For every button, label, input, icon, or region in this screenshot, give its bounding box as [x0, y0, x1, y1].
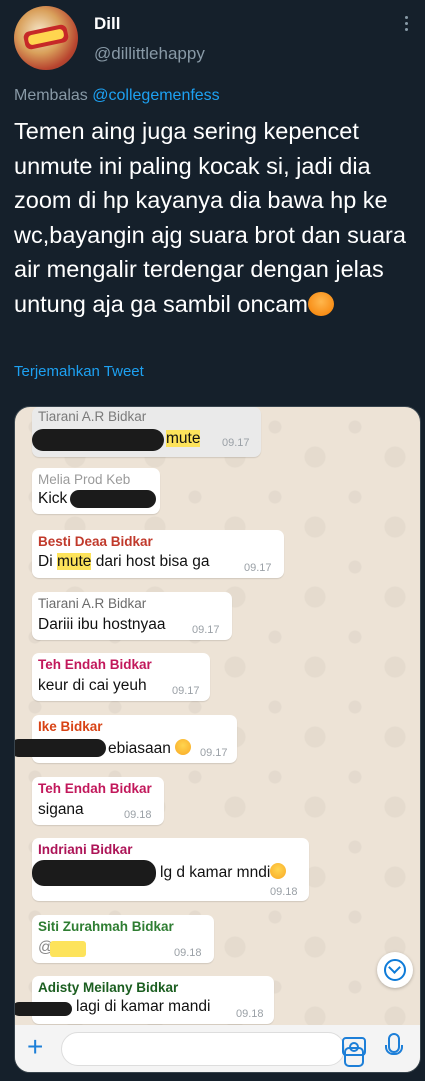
redacted-block — [32, 429, 164, 451]
chat-message: Besti Deaa Bidkar Di mute dari host bisa… — [32, 530, 284, 578]
sender-name: Teh Endah Bidkar — [38, 781, 152, 796]
sender-name: Teh Endah Bidkar — [38, 657, 152, 672]
message-input-bar: + — [15, 1025, 420, 1072]
message-time: 09.17 — [200, 747, 228, 759]
message-time: 09.18 — [236, 1008, 264, 1020]
tired-face-emoji-icon — [307, 291, 334, 316]
crying-face-emoji-icon — [175, 739, 192, 755]
sender-name: Melia Prod Keb — [38, 472, 131, 487]
message-text: sigana — [38, 801, 84, 818]
message-text-highlight: mute — [56, 553, 92, 570]
message-text: ebiasaan — [108, 740, 171, 757]
redacted-block — [15, 1002, 72, 1016]
redacted-block — [70, 490, 156, 508]
sender-name: Ike Bidkar — [38, 719, 103, 734]
message-time: 09.18 — [124, 809, 152, 821]
microphone-icon[interactable] — [385, 1033, 403, 1055]
author-handle[interactable]: @dillittlehappy — [94, 44, 205, 64]
chat-message: Ike Bidkar ebiasaan 09.17 — [15, 715, 237, 763]
chat-message: Siti Zurahmah Bidkar @ 09.18 — [32, 915, 214, 963]
more-options-icon[interactable] — [400, 14, 412, 36]
sender-name: Adisty Meilany Bidkar — [38, 980, 179, 995]
sender-name: Siti Zurahmah Bidkar — [38, 919, 174, 934]
message-time: 09.17 — [192, 624, 220, 636]
chat-message: Teh Endah Bidkar keur di cai yeuh 09.17 — [32, 653, 210, 701]
message-time: 09.18 — [270, 886, 298, 898]
scroll-down-button[interactable] — [377, 952, 413, 988]
reply-context: Membalas @collegemenfess — [14, 87, 220, 105]
message-time: 09.17 — [222, 437, 250, 449]
message-time: 09.17 — [244, 562, 272, 574]
chat-message: Tiarani A.R Bidkar mute 09.17 — [32, 407, 261, 457]
translate-tweet-link[interactable]: Terjemahkan Tweet — [14, 363, 144, 380]
sender-name: Besti Deaa Bidkar — [38, 534, 153, 549]
message-time: 09.18 — [174, 947, 202, 959]
tweet-body: Temen aing juga sering kepencet unmute i… — [14, 118, 406, 317]
chat-message: Tiarani A.R Bidkar Dariii ibu hostnyaa 0… — [32, 592, 232, 640]
whatsapp-screenshot-image: Tiarani A.R Bidkar mute 09.17 Melia Prod… — [14, 406, 421, 1073]
redacted-block — [50, 941, 86, 957]
author-name[interactable]: Dill — [94, 14, 120, 34]
sender-name: Tiarani A.R Bidkar — [38, 596, 147, 611]
message-text: keur di cai yeuh — [38, 677, 147, 694]
message-text: Kick — [38, 490, 68, 507]
message-text: Dariii ibu hostnyaa — [38, 616, 166, 633]
crying-face-emoji-icon — [270, 863, 287, 879]
message-text-before: Di — [38, 553, 57, 570]
chat-message: Indriani Bidkar lg d kamar mndi 09.18 — [32, 838, 309, 901]
chat-message: Melia Prod Keb Kick — [32, 468, 160, 514]
message-input[interactable] — [61, 1032, 364, 1067]
sender-name: Tiarani A.R Bidkar — [38, 409, 147, 424]
camera-icon[interactable] — [342, 1037, 366, 1056]
message-text: lg d kamar mndi — [160, 864, 271, 881]
plus-icon[interactable]: + — [27, 1033, 43, 1061]
tweet-text: Temen aing juga sering kepencet unmute i… — [14, 114, 414, 321]
avatar[interactable] — [14, 6, 78, 70]
message-time: 09.17 — [172, 685, 200, 697]
chat-message: Adisty Meilany Bidkar lagi di kamar mand… — [15, 976, 274, 1024]
reply-prefix: Membalas — [14, 87, 88, 104]
chat-message: Teh Endah Bidkar sigana 09.18 — [32, 777, 164, 825]
sender-name: Indriani Bidkar — [38, 842, 133, 857]
message-text: mute — [166, 430, 201, 447]
reply-mention-link[interactable]: @collegemenfess — [92, 87, 219, 104]
message-text: lagi di kamar mandi — [76, 998, 211, 1015]
message-text-after: dari host bisa ga — [91, 553, 210, 570]
redacted-block — [32, 860, 156, 886]
redacted-block — [15, 739, 106, 757]
